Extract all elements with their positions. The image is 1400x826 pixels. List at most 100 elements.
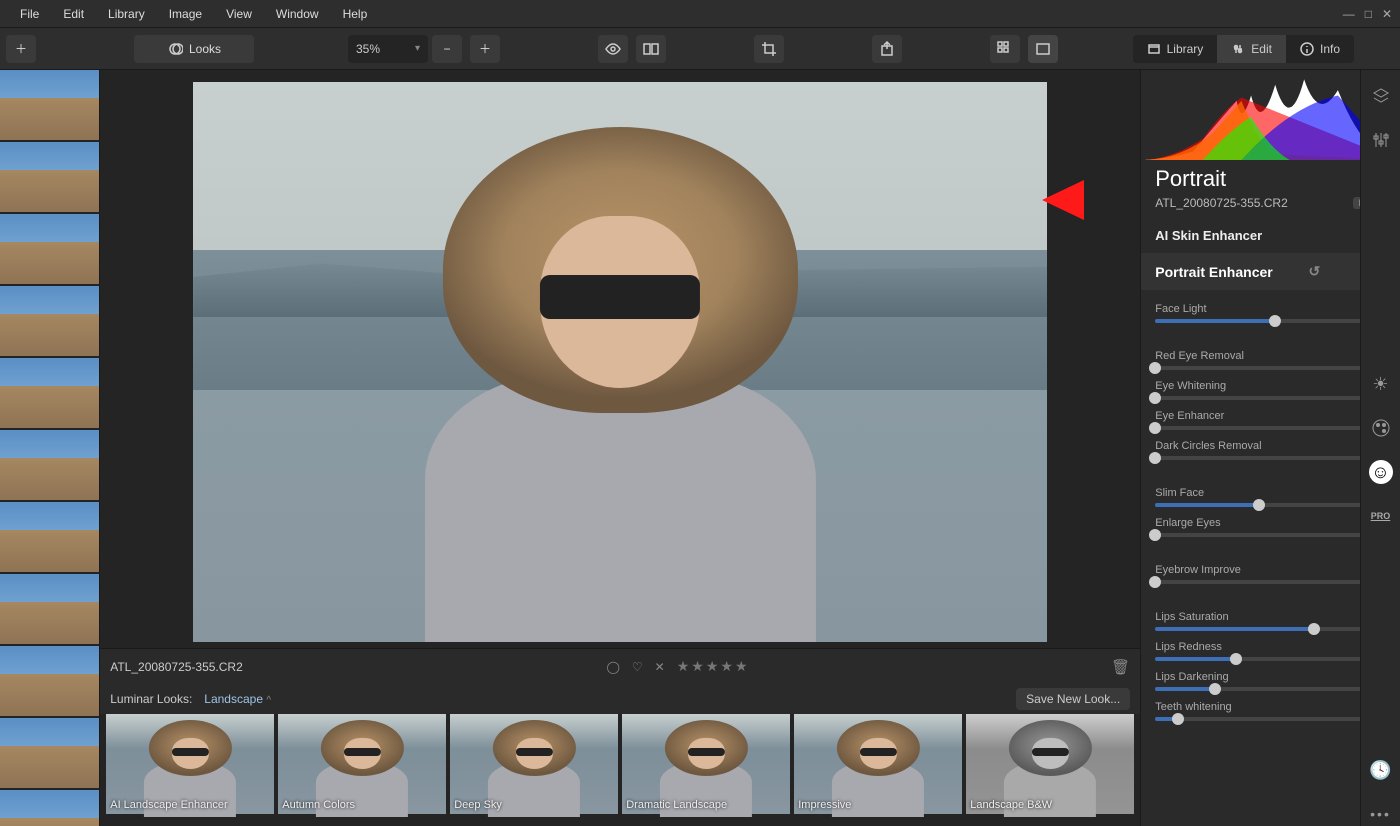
menu-bar: FileEditLibraryImageViewWindowHelp — □ ✕	[0, 0, 1400, 28]
more-icon[interactable]: •••	[1369, 802, 1393, 826]
tab-edit[interactable]: Edit	[1217, 35, 1286, 63]
grid-view-button[interactable]	[990, 35, 1020, 63]
side-tool-rail: ☀ ☺ PRO 🕓 •••	[1360, 70, 1400, 826]
layers-icon[interactable]	[1369, 84, 1393, 108]
slider-label: Lips Darkening	[1155, 671, 1228, 683]
rating-stars[interactable]: ★★★★★	[677, 658, 748, 675]
thumbnail[interactable]	[0, 142, 99, 212]
slider-enlarge-eyes[interactable]: Enlarge Eyes0	[1155, 517, 1386, 537]
look-preset[interactable]: Impressive	[794, 714, 962, 814]
zoom-out-button[interactable]: −	[432, 35, 462, 63]
look-label: AI Landscape Enhancer	[110, 799, 227, 811]
slider-lips-saturation[interactable]: Lips Saturation69	[1155, 611, 1386, 631]
looks-label: Looks	[189, 42, 221, 56]
reset-icon[interactable]: ↺	[1308, 263, 1320, 280]
look-preset[interactable]: Dramatic Landscape	[622, 714, 790, 814]
menu-help[interactable]: Help	[331, 7, 380, 21]
slider-label: Lips Saturation	[1155, 611, 1228, 623]
look-preset[interactable]: AI Landscape Enhancer	[106, 714, 274, 814]
look-preset[interactable]: Deep Sky	[450, 714, 618, 814]
menu-edit[interactable]: Edit	[51, 7, 96, 21]
slider-red-eye-removal[interactable]: Red Eye Removal0	[1155, 350, 1386, 370]
crop-button[interactable]	[754, 35, 784, 63]
slider-eye-enhancer[interactable]: Eye Enhancer0	[1155, 410, 1386, 430]
heart-icon[interactable]: ♡	[632, 660, 643, 674]
menu-view[interactable]: View	[214, 7, 264, 21]
close-icon[interactable]: ✕	[1382, 7, 1392, 21]
thumbnail[interactable]	[0, 70, 99, 140]
histogram	[1145, 74, 1396, 160]
info-bar: ATL_20080725-355.CR2 ◯ ♡ ✕ ★★★★★ 🗑	[100, 648, 1140, 684]
thumbnail[interactable]	[0, 718, 99, 788]
slider-label: Eye Enhancer	[1155, 410, 1224, 422]
slider-lips-redness[interactable]: Lips Redness35	[1155, 641, 1386, 661]
slider-label: Enlarge Eyes	[1155, 517, 1220, 529]
slider-label: Dark Circles Removal	[1155, 440, 1261, 452]
single-view-button[interactable]	[1028, 35, 1058, 63]
look-label: Deep Sky	[454, 799, 502, 811]
export-icon	[879, 41, 895, 57]
thumbnail[interactable]	[0, 286, 99, 356]
menu-window[interactable]: Window	[264, 7, 331, 21]
ai-skin-label: AI Skin Enhancer	[1155, 228, 1262, 243]
slider-label: Eye Whitening	[1155, 380, 1226, 392]
tab-info[interactable]: Info	[1286, 35, 1354, 63]
slider-eyebrow-improve[interactable]: Eyebrow Improve0	[1155, 564, 1386, 584]
menu-file[interactable]: File	[8, 7, 51, 21]
thumbnail[interactable]	[0, 574, 99, 644]
slider-eye-whitening[interactable]: Eye Whitening0	[1155, 380, 1386, 400]
slider-label: Slim Face	[1155, 487, 1204, 499]
thumbnail[interactable]	[0, 430, 99, 500]
compare-button[interactable]	[636, 35, 666, 63]
looks-category[interactable]: Landscape ^	[204, 692, 271, 706]
thumbnail[interactable]	[0, 790, 99, 826]
pro-icon[interactable]: PRO	[1369, 504, 1393, 528]
grid-icon	[997, 41, 1013, 57]
canvas-area[interactable]	[100, 70, 1140, 648]
slider-face-light[interactable]: Face Light52	[1155, 303, 1386, 323]
tab-library[interactable]: Library	[1133, 35, 1218, 63]
filmstrip[interactable]	[0, 70, 100, 826]
thumbnail[interactable]	[0, 358, 99, 428]
single-icon	[1035, 41, 1051, 57]
portrait-enhancer-label: Portrait Enhancer	[1155, 264, 1272, 280]
slider-slim-face[interactable]: Slim Face45	[1155, 487, 1386, 507]
reject-icon[interactable]: ✕	[655, 660, 665, 674]
edit-icon	[1231, 42, 1245, 56]
adjustments-icon[interactable]	[1369, 128, 1393, 152]
zoom-select[interactable]: 35%	[348, 35, 428, 63]
export-button[interactable]	[872, 35, 902, 63]
current-filename: ATL_20080725-355.CR2	[110, 660, 243, 674]
save-look-button[interactable]: Save New Look...	[1016, 688, 1130, 710]
zoom-in-button[interactable]: ＋	[470, 35, 500, 63]
slider-label: Face Light	[1155, 303, 1206, 315]
menu-image[interactable]: Image	[157, 7, 214, 21]
eye-icon	[605, 41, 621, 57]
minimize-icon[interactable]: —	[1343, 7, 1355, 21]
looks-button[interactable]: Looks	[134, 35, 254, 63]
slider-dark-circles-removal[interactable]: Dark Circles Removal0	[1155, 440, 1386, 460]
essentials-icon[interactable]: ☀	[1369, 372, 1393, 396]
portrait-icon[interactable]: ☺	[1369, 460, 1393, 484]
slider-teeth-whitening[interactable]: Teeth whitening10	[1155, 701, 1386, 721]
history-icon[interactable]: 🕓	[1369, 758, 1393, 782]
window-controls: — □ ✕	[1343, 7, 1392, 21]
thumbnail[interactable]	[0, 214, 99, 284]
slider-lips-darkening[interactable]: Lips Darkening26	[1155, 671, 1386, 691]
looks-strip[interactable]: AI Landscape Enhancer Autumn Colors Deep S…	[100, 714, 1140, 826]
creative-icon[interactable]	[1369, 416, 1393, 440]
thumbnail[interactable]	[0, 646, 99, 716]
preview-button[interactable]	[598, 35, 628, 63]
look-preset[interactable]: Landscape B&W	[966, 714, 1134, 814]
thumbnail[interactable]	[0, 502, 99, 572]
look-label: Landscape B&W	[970, 799, 1052, 811]
look-label: Dramatic Landscape	[626, 799, 727, 811]
panel-filename: ATL_20080725-355.CR2	[1155, 196, 1288, 210]
delete-icon[interactable]: 🗑	[1111, 658, 1130, 676]
menu-library[interactable]: Library	[96, 7, 157, 21]
slider-label: Teeth whitening	[1155, 701, 1231, 713]
flag-icon[interactable]: ◯	[606, 660, 619, 674]
maximize-icon[interactable]: □	[1365, 7, 1372, 21]
add-button[interactable]: ＋	[6, 35, 36, 63]
look-preset[interactable]: Autumn Colors	[278, 714, 446, 814]
